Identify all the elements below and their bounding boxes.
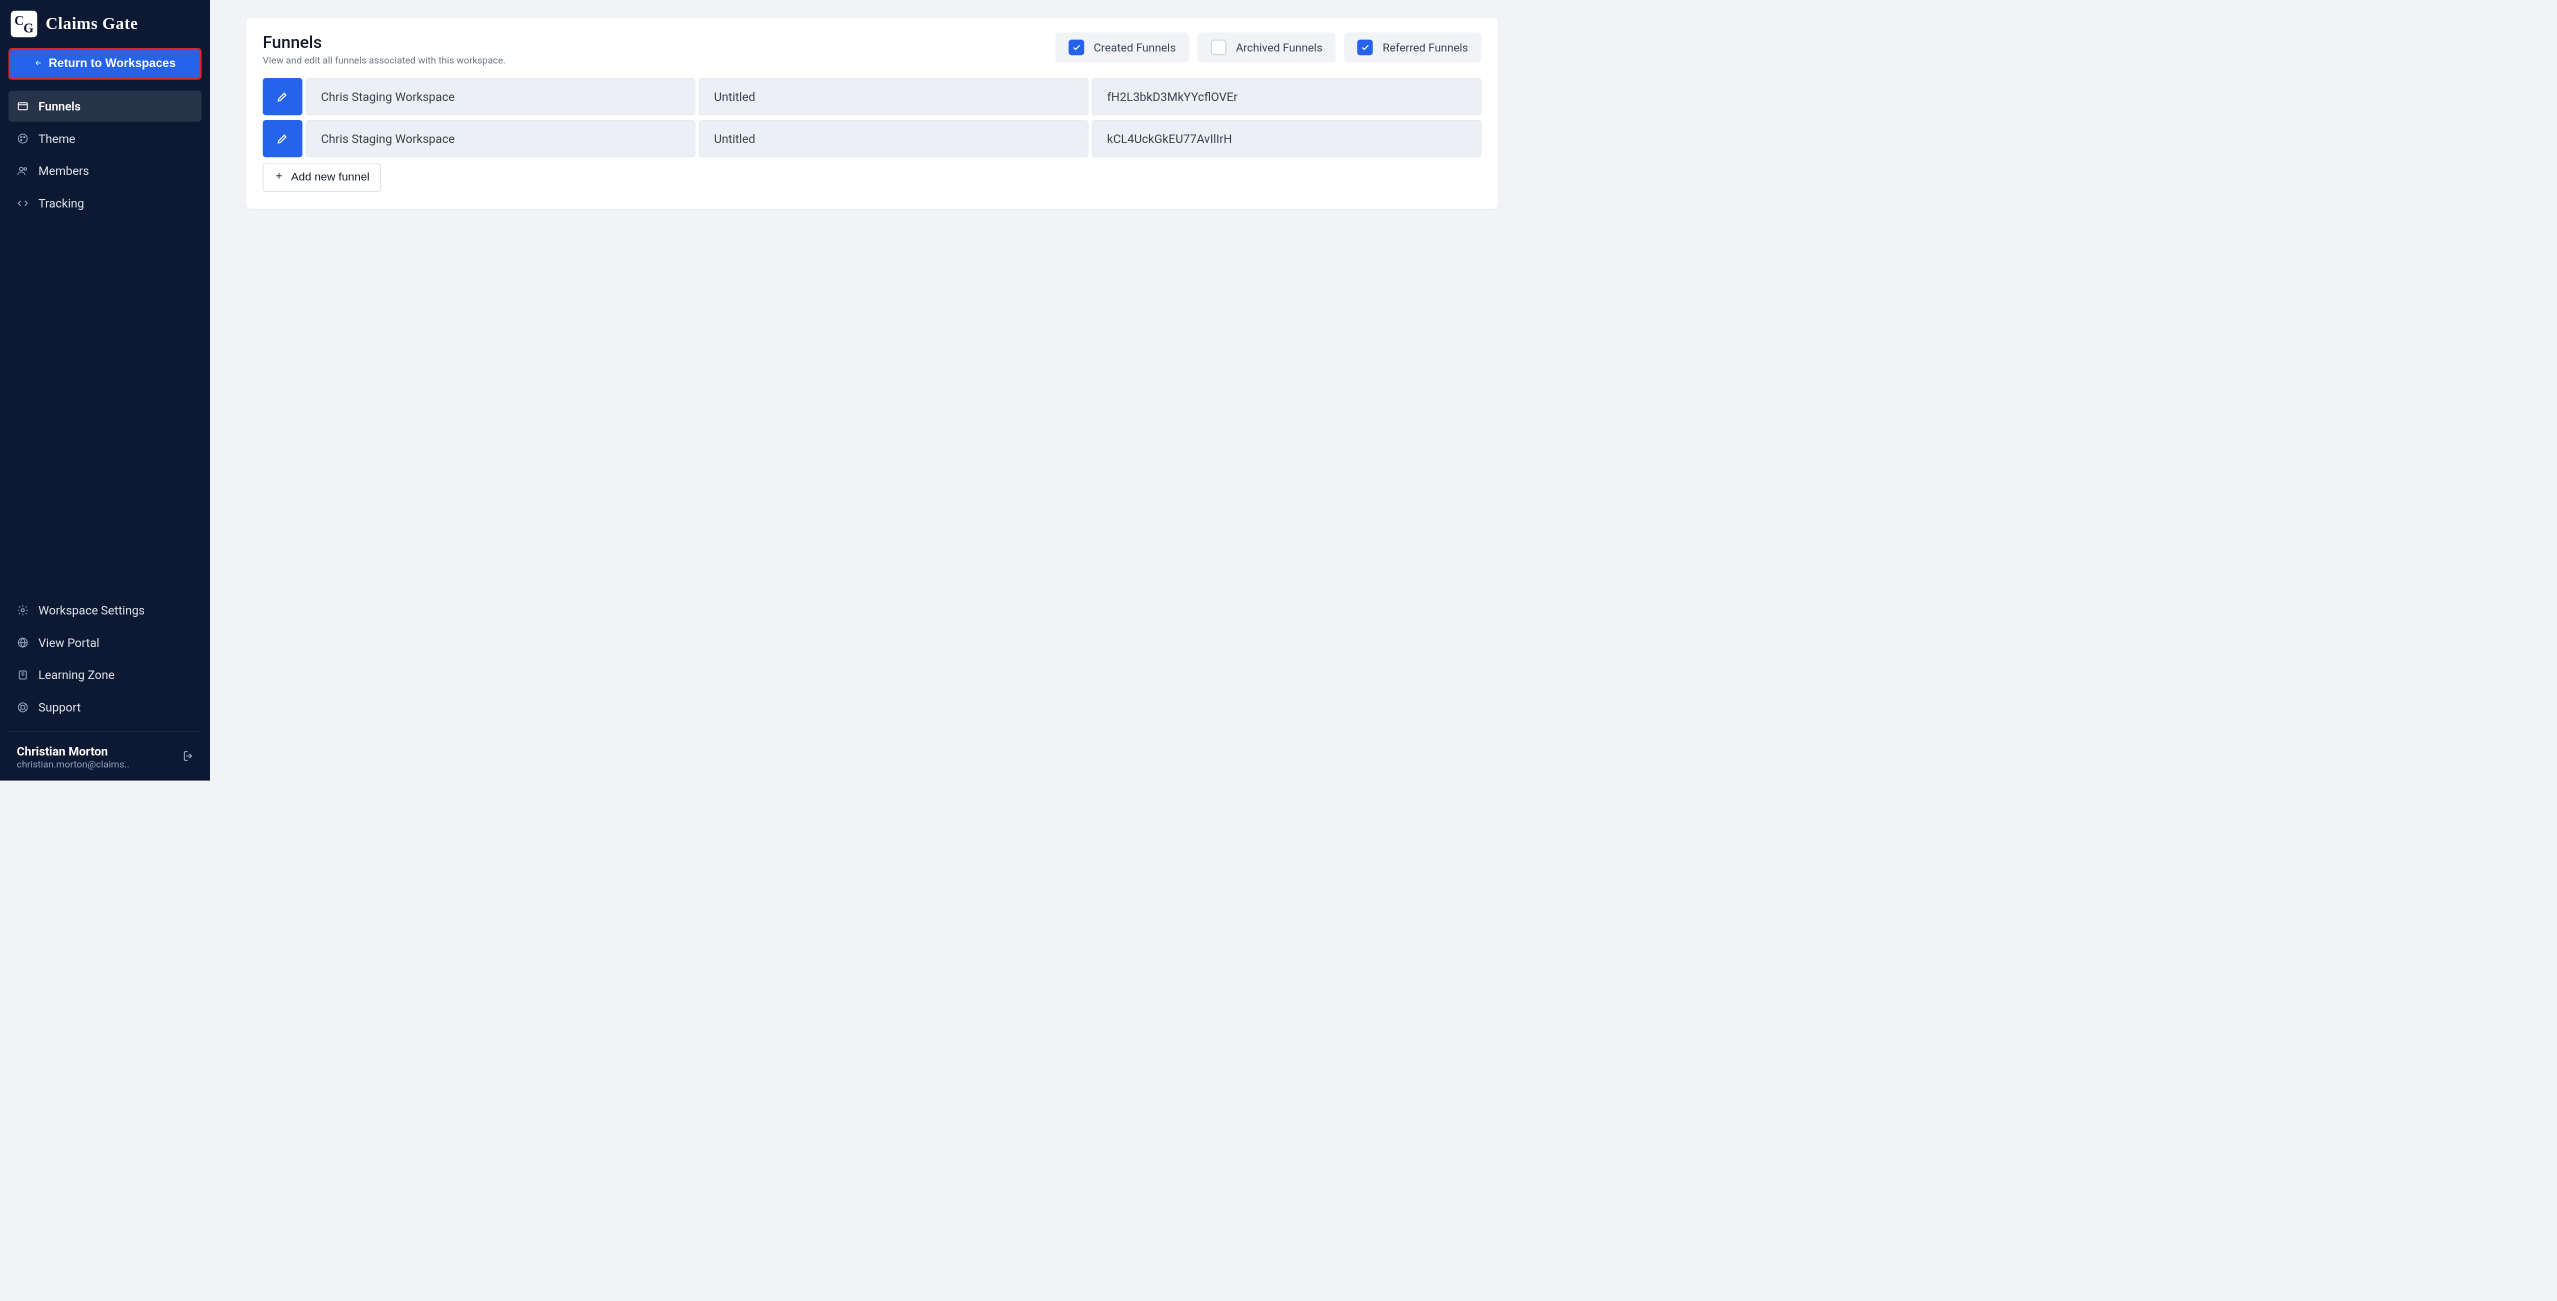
funnel-workspace: Chris Staging Workspace [306, 120, 695, 157]
funnels-table: Chris Staging Workspace Untitled fH2L3bk… [263, 78, 1482, 157]
secondary-nav: Workspace Settings View Portal Learning … [0, 595, 210, 723]
logout-icon[interactable] [180, 749, 193, 765]
funnel-id: kCL4UckGkEU77AvIlIrH [1092, 120, 1481, 157]
filter-label: Archived Funnels [1236, 41, 1323, 55]
sidebar-item-label: Workspace Settings [38, 603, 144, 617]
filter-referred-funnels[interactable]: Referred Funnels [1344, 32, 1481, 62]
life-ring-icon [17, 701, 29, 713]
funnel-id: fH2L3bkD3MkYYcflOVEr [1092, 78, 1481, 115]
sidebar-item-support[interactable]: Support [8, 692, 201, 723]
add-funnel-label: Add new funnel [291, 171, 370, 184]
sidebar-item-members[interactable]: Members [8, 155, 201, 186]
header-filters: Created Funnels Archived Funnels Referre… [1055, 32, 1481, 62]
checkbox-icon [1357, 40, 1373, 56]
sidebar-item-label: Funnels [38, 99, 80, 113]
sidebar-item-tracking[interactable]: Tracking [8, 188, 201, 219]
gear-icon [17, 604, 29, 616]
header-left: Funnels View and edit all funnels associ… [263, 32, 506, 66]
edit-funnel-button[interactable] [263, 78, 303, 115]
return-label: Return to Workspaces [49, 57, 176, 71]
user-name: Christian Morton [17, 744, 130, 758]
return-to-workspaces-button[interactable]: Return to Workspaces [8, 48, 201, 80]
code-icon [17, 197, 29, 209]
user-info: Christian Morton christian.morton@claims… [17, 744, 130, 770]
page-subtitle: View and edit all funnels associated wit… [263, 55, 506, 66]
sidebar-item-label: Members [38, 164, 89, 178]
checkbox-icon [1068, 40, 1084, 56]
funnels-card: Funnels View and edit all funnels associ… [246, 18, 1498, 209]
funnel-workspace: Chris Staging Workspace [306, 78, 695, 115]
add-new-funnel-button[interactable]: Add new funnel [263, 163, 381, 192]
sidebar: CG Claims Gate Return to Workspaces Funn… [0, 0, 210, 781]
filter-label: Referred Funnels [1383, 41, 1469, 55]
sidebar-item-label: Tracking [38, 196, 84, 210]
user-section: Christian Morton christian.morton@claims… [8, 731, 201, 769]
sidebar-item-learning-zone[interactable]: Learning Zone [8, 659, 201, 690]
table-row: Chris Staging Workspace Untitled kCL4Uck… [263, 120, 1482, 157]
arrow-left-icon [34, 57, 42, 71]
sidebar-item-label: Theme [38, 131, 75, 145]
sidebar-item-label: View Portal [38, 635, 99, 649]
main-content: Funnels View and edit all funnels associ… [210, 0, 1534, 781]
sidebar-item-label: Support [38, 700, 80, 714]
book-icon [17, 669, 29, 681]
sidebar-header: CG Claims Gate [0, 11, 210, 48]
sidebar-item-funnels[interactable]: Funnels [8, 91, 201, 122]
logo-icon: CG [11, 11, 37, 37]
funnel-title: Untitled [699, 78, 1088, 115]
page-title: Funnels [263, 32, 506, 52]
primary-nav: Funnels Theme Members Tracking [0, 91, 210, 219]
sidebar-item-workspace-settings[interactable]: Workspace Settings [8, 595, 201, 626]
checkbox-icon [1211, 40, 1227, 56]
card-header: Funnels View and edit all funnels associ… [263, 32, 1482, 66]
palette-icon [17, 133, 29, 145]
window-icon [17, 100, 29, 112]
funnel-title: Untitled [699, 120, 1088, 157]
app-name: Claims Gate [46, 14, 138, 33]
edit-funnel-button[interactable] [263, 120, 303, 157]
filter-created-funnels[interactable]: Created Funnels [1055, 32, 1189, 62]
filter-archived-funnels[interactable]: Archived Funnels [1197, 32, 1335, 62]
sidebar-item-theme[interactable]: Theme [8, 123, 201, 154]
plus-icon [274, 171, 284, 184]
sidebar-item-label: Learning Zone [38, 668, 114, 682]
users-icon [17, 165, 29, 177]
globe-icon [17, 637, 29, 649]
table-row: Chris Staging Workspace Untitled fH2L3bk… [263, 78, 1482, 115]
sidebar-item-view-portal[interactable]: View Portal [8, 627, 201, 658]
user-email: christian.morton@claims.. [17, 758, 130, 769]
filter-label: Created Funnels [1094, 41, 1176, 55]
